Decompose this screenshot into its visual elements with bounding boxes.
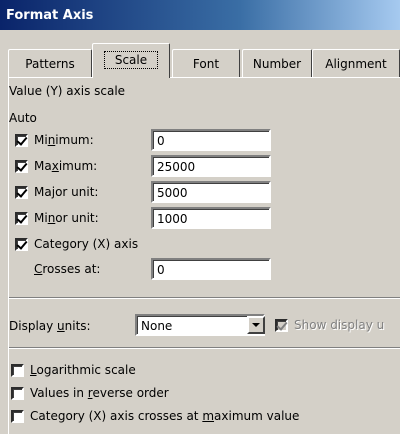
show-display-units-checkbox[interactable]: [275, 319, 288, 332]
separator: [9, 297, 400, 299]
minor-unit-field[interactable]: 1000: [151, 207, 271, 229]
tab-label: Patterns: [25, 57, 75, 71]
window-title-bar[interactable]: Format Axis: [0, 0, 400, 30]
window-title: Format Axis: [6, 8, 94, 23]
logarithmic-scale-label: Logarithmic scale: [30, 363, 136, 377]
minor-unit-label: Minor unit:: [34, 211, 99, 225]
tab-alignment[interactable]: Alignment: [312, 49, 400, 77]
display-units-label: Display units:: [9, 319, 91, 333]
tab-label: Scale: [103, 51, 159, 69]
category-axis-label: Category (X) axis: [34, 237, 139, 251]
crosses-at-label: Crosses at:: [34, 262, 101, 276]
tab-scale[interactable]: Scale: [92, 43, 170, 78]
display-units-select[interactable]: None: [135, 314, 265, 336]
crosses-at-field[interactable]: 0: [151, 258, 271, 280]
tab-number[interactable]: Number: [242, 49, 312, 77]
minimum-label: Minimum:: [34, 133, 94, 147]
show-display-units-label: Show display u: [294, 318, 385, 332]
reverse-order-label: Values in reverse order: [30, 386, 169, 400]
minimum-auto-checkbox[interactable]: [15, 134, 28, 147]
separator: [9, 347, 400, 349]
scale-panel: Value (Y) axis scale Auto Minimum: 0 Max…: [8, 77, 400, 434]
maximum-auto-checkbox[interactable]: [15, 160, 28, 173]
maximum-field[interactable]: 25000: [151, 155, 271, 177]
minimum-field[interactable]: 0: [151, 129, 271, 151]
axis-scale-heading: Value (Y) axis scale: [9, 84, 126, 98]
crosses-at-maximum-checkbox[interactable]: [11, 410, 24, 423]
major-unit-auto-checkbox[interactable]: [15, 186, 28, 199]
major-unit-field[interactable]: 5000: [151, 181, 271, 203]
tab-label: Font: [192, 57, 220, 71]
major-unit-label: Major unit:: [34, 185, 99, 199]
reverse-order-checkbox[interactable]: [11, 387, 24, 400]
tab-strip: Patterns Scale Font Number Alignment: [0, 40, 400, 78]
crosses-at-maximum-label: Category (X) axis crosses at maximum val…: [30, 409, 300, 423]
display-units-value: None: [141, 319, 173, 333]
minor-unit-auto-checkbox[interactable]: [15, 212, 28, 225]
maximum-label: Maximum:: [34, 159, 98, 173]
logarithmic-scale-checkbox[interactable]: [11, 364, 24, 377]
category-axis-auto-checkbox[interactable]: [15, 238, 28, 251]
tab-label: Number: [252, 57, 302, 71]
tab-font[interactable]: Font: [172, 49, 240, 77]
auto-label: Auto: [9, 111, 37, 125]
tab-patterns[interactable]: Patterns: [8, 49, 92, 77]
tab-label: Alignment: [325, 57, 387, 71]
chevron-down-icon[interactable]: [247, 316, 265, 334]
